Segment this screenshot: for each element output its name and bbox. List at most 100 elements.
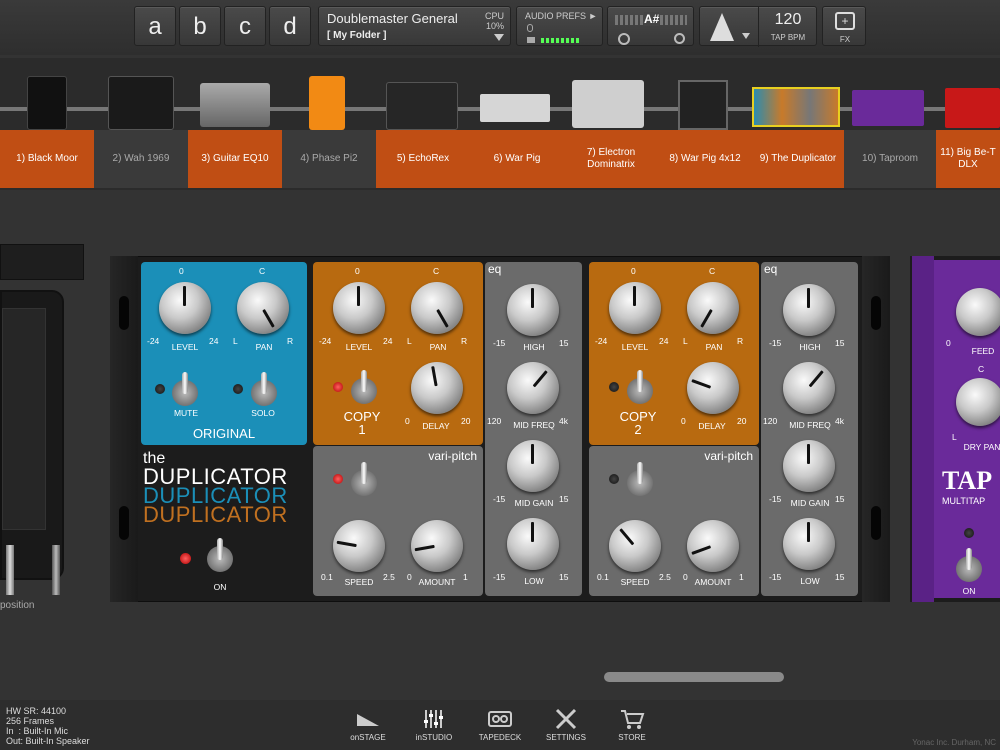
eq-2-low-knob[interactable]	[783, 518, 835, 570]
delay-min-label: 0	[681, 416, 686, 426]
nav-tapedeck[interactable]: TAPEDECK	[470, 708, 530, 742]
metronome-icon[interactable]	[710, 13, 734, 41]
power-toggle[interactable]	[207, 538, 233, 572]
taproom-dry-pan-knob[interactable]	[956, 378, 1000, 426]
eq-2-mid-gain-knob[interactable]	[783, 440, 835, 492]
zoom-icon[interactable]	[674, 33, 685, 44]
eq-1-low-knob[interactable]	[507, 518, 559, 570]
cart-icon	[621, 710, 645, 729]
nav-store[interactable]: STORE	[602, 708, 662, 742]
chain-slot-5[interactable]: 5) EchoRex	[376, 130, 470, 188]
bank-a-button[interactable]: a	[134, 6, 176, 46]
bank-b-button[interactable]: b	[179, 6, 221, 46]
chain-slot-11[interactable]: 11) Big Be-T DLX	[936, 130, 1000, 188]
chain-slot-2[interactable]: 2) Wah 1969	[94, 130, 188, 188]
original-pan-knob[interactable]	[237, 282, 289, 334]
nav-onstage[interactable]: onSTAGE	[338, 708, 398, 742]
nav-settings-label: SETTINGS	[545, 733, 586, 742]
copy-1-delay-knob[interactable]	[411, 362, 463, 414]
copy-2-delay-knob[interactable]	[687, 362, 739, 414]
preset-selector[interactable]: Doublemaster General [ My Folder ] CPU 10…	[318, 6, 511, 46]
black-moor-pedal[interactable]	[27, 76, 67, 130]
chain-slot-4[interactable]: 4) Phase Pi2	[282, 130, 376, 188]
bank-c-button[interactable]: c	[224, 6, 266, 46]
mid-freq-max-label: 4k	[559, 416, 568, 426]
taproom-unit[interactable]	[852, 90, 924, 126]
vari-pitch-2-speed-knob[interactable]	[609, 520, 661, 572]
high-label: HIGH	[799, 342, 821, 352]
high-max-label: 15	[835, 338, 845, 348]
taproom-on-toggle[interactable]	[956, 548, 982, 582]
vari-pitch-2-amount-knob[interactable]	[687, 520, 739, 572]
copy-2-toggle[interactable]	[627, 370, 653, 404]
copy-2-pan-knob[interactable]	[687, 282, 739, 334]
preset-name: Doublemaster General	[327, 11, 458, 26]
copy-1-toggle[interactable]	[351, 370, 377, 404]
eq-label: eq	[488, 262, 502, 276]
stage-icon	[357, 714, 379, 726]
chain-slot-3[interactable]: 3) Guitar EQ10	[188, 130, 282, 188]
vari-pitch-1-amount-knob[interactable]	[411, 520, 463, 572]
tap-bpm-label: TAP BPM	[770, 33, 806, 42]
original-level-knob[interactable]	[159, 282, 211, 334]
electron-dominatrix-unit[interactable]	[572, 80, 644, 128]
eq-2-high-knob[interactable]	[783, 284, 835, 336]
the-duplicator-unit[interactable]	[752, 87, 840, 127]
tuner-panel[interactable]: A#	[607, 6, 694, 46]
high-max-label: 15	[559, 338, 569, 348]
output-text: Out: Built-In Speaker	[6, 736, 90, 746]
rack-screw-slot	[871, 296, 881, 330]
fx-button[interactable]: + FX	[822, 6, 866, 46]
mid-freq-min-label: 120	[763, 416, 778, 426]
nav-instudio-label: inSTUDIO	[415, 733, 453, 742]
taproom-on-label: ON	[962, 586, 976, 596]
eq-1-mid-freq-knob[interactable]	[507, 362, 559, 414]
vari-pitch-1-toggle[interactable]	[351, 462, 377, 496]
copy-1-pan-knob[interactable]	[411, 282, 463, 334]
nav-instudio[interactable]: inSTUDIO	[404, 708, 464, 742]
chain-slot-8[interactable]: 8) War Pig 4x12	[658, 130, 752, 188]
on-label: ON	[213, 582, 227, 592]
solo-led	[233, 384, 243, 394]
eq-1-high-knob[interactable]	[507, 284, 559, 336]
wah-1969-pedal[interactable]	[108, 76, 174, 130]
chain-slot-1[interactable]: 1) Black Moor	[0, 130, 94, 188]
left-unit-cabinet[interactable]	[0, 290, 64, 580]
echorex-unit[interactable]	[386, 82, 458, 130]
guitar-eq10-pedal[interactable]	[200, 83, 270, 127]
vari-pitch-1-speed-knob[interactable]	[333, 520, 385, 572]
pan-min-label: L	[233, 336, 238, 346]
tempo-panel[interactable]: 120 TAP BPM	[699, 6, 817, 47]
audio-prefs-button[interactable]: AUDIO PREFS ►	[516, 6, 603, 46]
solo-toggle[interactable]	[251, 372, 277, 406]
rack-scrollbar[interactable]	[604, 672, 784, 682]
speaker-grille	[2, 308, 46, 530]
power-icon[interactable]	[618, 33, 630, 45]
mid-freq-min-label: 120	[487, 416, 502, 426]
eq-1-mid-gain-knob[interactable]	[507, 440, 559, 492]
war-pig-4x12-cabinet[interactable]	[678, 80, 728, 130]
level-min-label: -24	[147, 336, 160, 346]
vari-pitch-2-section: vari-pitch 0.1 SPEED 2.5 0 AMOUNT 1	[589, 446, 759, 596]
feed-min-label: 0	[946, 338, 951, 348]
taproom-feed-knob[interactable]	[956, 288, 1000, 336]
level-top-label: 0	[355, 266, 360, 276]
mute-toggle[interactable]	[172, 372, 198, 406]
pan-max-label: R	[737, 336, 744, 346]
phase-pi2-pedal[interactable]	[309, 76, 345, 130]
high-label: HIGH	[523, 342, 545, 352]
chain-slot-7[interactable]: 7) Electron Dominatrix	[564, 130, 658, 188]
vari-pitch-2-toggle[interactable]	[627, 462, 653, 496]
eq-2-mid-freq-knob[interactable]	[783, 362, 835, 414]
chain-slot-10[interactable]: 10) Taproom	[844, 130, 936, 188]
nav-settings[interactable]: SETTINGS	[536, 708, 596, 742]
war-pig-amp[interactable]	[480, 94, 550, 122]
eq-2-section: eq -15 HIGH 15 120 MID FREQ 4k -15 MID G…	[761, 262, 858, 596]
copy-1-level-knob[interactable]	[333, 282, 385, 334]
copy-2-level-knob[interactable]	[609, 282, 661, 334]
big-be-t-dlx-unit[interactable]	[945, 88, 1000, 128]
chain-slot-6[interactable]: 6) War Pig	[470, 130, 564, 188]
bank-d-button[interactable]: d	[269, 6, 311, 46]
low-min-label: -15	[493, 572, 506, 582]
chain-slot-9[interactable]: 9) The Duplicator	[752, 130, 844, 188]
